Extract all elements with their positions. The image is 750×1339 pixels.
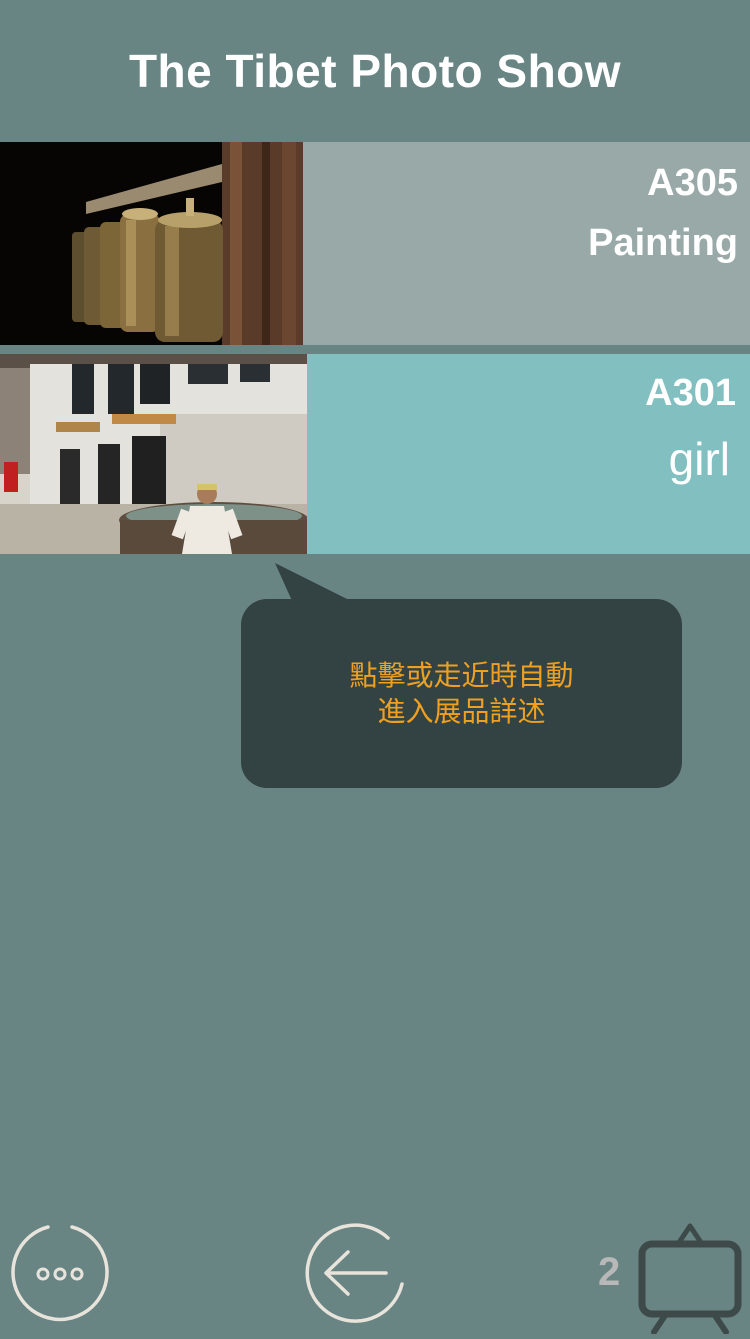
tooltip-text: 點擊或走近時自動進入展品詳述: [349, 658, 574, 728]
page-count: 2: [598, 1250, 621, 1294]
exhibit-code: A301: [645, 372, 736, 414]
more-dots-icon: [11, 1225, 109, 1322]
exhibit-thumbnail: [0, 142, 303, 345]
back-arrow-icon: [305, 1223, 404, 1323]
exhibit-item-a301[interactable]: A301 girl: [0, 354, 750, 554]
display-board-button[interactable]: [638, 1222, 742, 1335]
exhibit-info: A301 girl: [307, 354, 750, 554]
header: The Tibet Photo Show: [0, 0, 750, 142]
exhibit-item-a305[interactable]: A305 Painting: [0, 142, 750, 345]
bottom-toolbar: 2: [0, 1210, 750, 1335]
exhibit-info: A305 Painting: [303, 142, 750, 345]
tooltip-tail: [275, 563, 355, 603]
more-menu-button[interactable]: [10, 1224, 110, 1324]
display-board-icon: [638, 1223, 742, 1335]
exhibit-name: girl: [668, 433, 730, 485]
tooltip-bubble: 點擊或走近時自動進入展品詳述: [241, 599, 682, 788]
back-button[interactable]: [304, 1222, 406, 1324]
exhibit-name: Painting: [588, 222, 738, 264]
exhibit-thumbnail: [0, 354, 307, 554]
page-title: The Tibet Photo Show: [128, 45, 622, 97]
exhibit-code: A305: [647, 162, 738, 204]
